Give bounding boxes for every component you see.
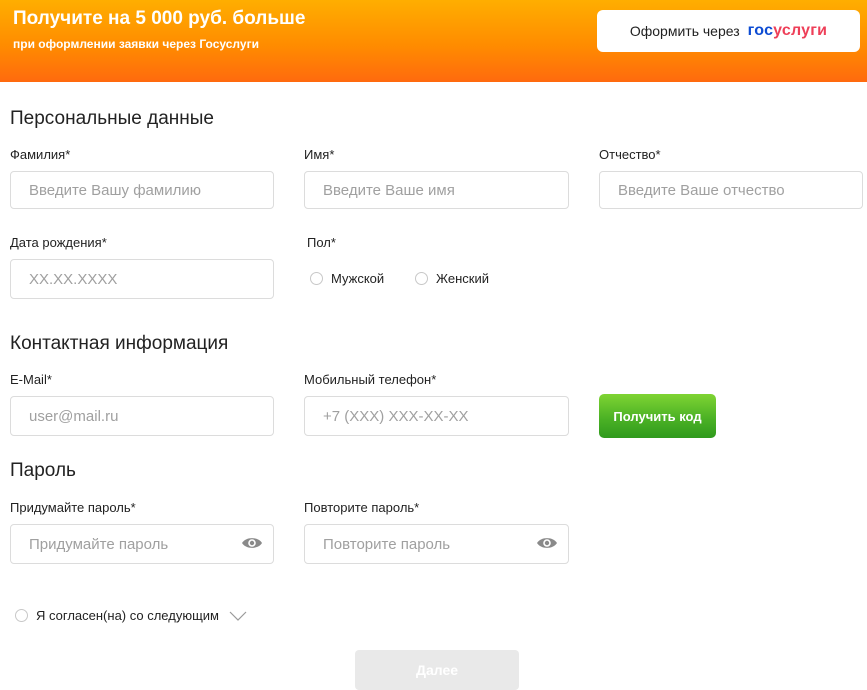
lastname-input[interactable] [29,181,273,199]
gender-label: Пол* [307,235,336,250]
phone-field[interactable] [304,396,569,436]
firstname-field[interactable] [304,171,569,209]
phone-label: Мобильный телефон* [304,372,437,387]
phone-input[interactable] [323,407,568,425]
radio-male[interactable] [310,272,323,285]
patronymic-label: Отчество* [599,147,661,162]
gender-option-female[interactable]: Женский [415,271,489,286]
password-create-label: Придумайте пароль* [10,500,136,515]
password-create-input[interactable] [29,535,273,553]
password-repeat-input[interactable] [323,535,568,553]
agreement-checkbox[interactable] [15,609,28,622]
chevron-down-icon[interactable] [229,611,247,621]
section-contacts-heading: Контактная информация [10,333,229,354]
agreement-row[interactable]: Я согласен(на) со следующим [15,608,247,623]
gosuslugi-button-label: Оформить через [629,23,740,39]
gender-female-label: Женский [436,271,489,286]
gender-male-label: Мужской [331,271,385,286]
gender-option-male[interactable]: Мужской [310,271,384,286]
password-repeat-label: Повторите пароль* [304,500,420,515]
get-code-button[interactable]: Получить код [599,394,716,438]
password-repeat-field[interactable] [304,524,569,564]
section-personal-heading: Персональные данные [10,108,214,129]
email-input[interactable] [29,407,273,425]
eye-icon[interactable] [536,536,558,550]
banner-title: Получите на 5 000 руб. больше [13,8,306,29]
email-field[interactable] [10,396,274,436]
firstname-label: Имя* [304,147,335,162]
email-label: E-Mail* [10,372,52,387]
section-password-heading: Пароль [10,460,76,481]
next-button[interactable]: Далее [355,650,519,690]
gosuslugi-button[interactable]: Оформить через госуслуги [597,10,860,52]
eye-icon[interactable] [241,536,263,550]
promo-banner: Получите на 5 000 руб. больше при оформл… [0,0,867,82]
banner-subtitle: при оформлении заявки через Госуслуги [13,37,259,51]
agreement-label: Я согласен(на) со следующим [36,608,219,623]
lastname-label: Фамилия* [10,147,71,162]
radio-female[interactable] [415,272,428,285]
firstname-input[interactable] [323,181,568,199]
birthdate-input[interactable] [29,270,273,288]
gosuslugi-logo: госуслуги [747,22,828,39]
birthdate-field[interactable] [10,259,274,299]
password-create-field[interactable] [10,524,274,564]
patronymic-input[interactable] [618,181,862,199]
patronymic-field[interactable] [599,171,863,209]
lastname-field[interactable] [10,171,274,209]
birthdate-label: Дата рождения* [10,235,107,250]
